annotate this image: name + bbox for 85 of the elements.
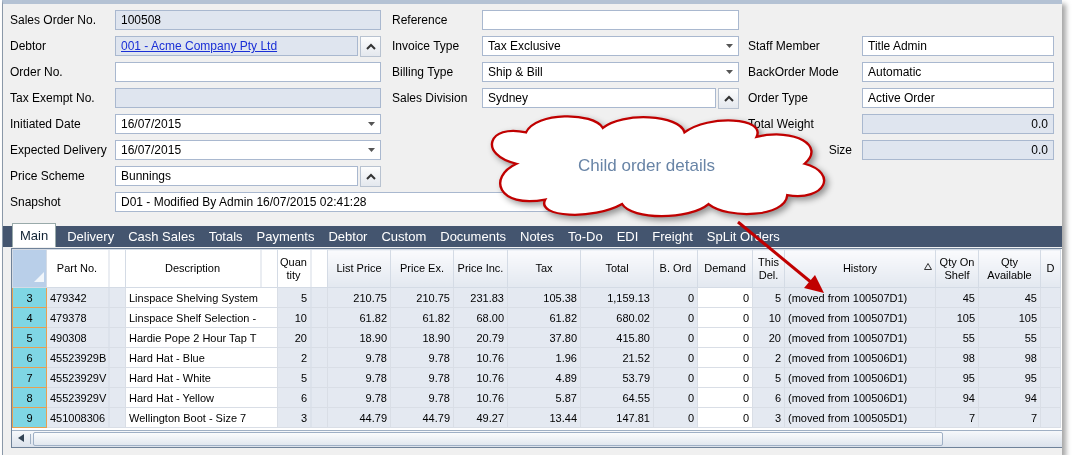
field-label: Billing Type: [392, 65, 455, 79]
field-label: Initiated Date: [10, 117, 82, 131]
input-field[interactable]: 16/07/2015: [115, 140, 381, 160]
row-header[interactable]: 4: [12, 307, 47, 328]
input-field[interactable]: Automatic: [862, 62, 1054, 82]
column-header: Description: [165, 262, 220, 274]
column-header: Part No.: [56, 262, 98, 274]
input-field[interactable]: Ship & Bill: [482, 62, 739, 82]
tab[interactable]: Main: [12, 223, 57, 247]
lookup-button[interactable]: [718, 87, 739, 109]
tab[interactable]: EDI: [609, 223, 646, 247]
input-field[interactable]: 100508: [115, 10, 381, 30]
field-label: Reference: [392, 13, 449, 27]
scroll-left-icon[interactable]: [18, 434, 24, 442]
column-header: Qty Available: [987, 255, 1032, 281]
column-header: D: [1046, 262, 1055, 274]
column-header: Quantity: [280, 255, 307, 281]
input-field[interactable]: Sydney: [482, 88, 716, 108]
input-field[interactable]: 0.0: [862, 114, 1054, 134]
column-header: This Del.: [758, 255, 779, 281]
tab[interactable]: Payments: [249, 223, 322, 247]
row-header[interactable]: 9: [12, 407, 47, 428]
column-header: Tax: [535, 262, 553, 274]
row-header[interactable]: 5: [12, 327, 47, 348]
tab[interactable]: Debtor: [321, 223, 375, 247]
input-field[interactable]: [115, 62, 381, 82]
column-header: Price Ex.: [400, 262, 444, 274]
input-field[interactable]: [115, 88, 381, 108]
chevron-up-icon: [365, 42, 376, 50]
lookup-button[interactable]: [360, 165, 381, 187]
input-field[interactable]: Title Admin: [862, 36, 1054, 56]
dropdown-arrow-icon[interactable]: [368, 122, 375, 126]
input-field[interactable]: Active Order: [862, 88, 1054, 108]
tab[interactable]: Notes: [513, 223, 561, 247]
tab[interactable]: Documents: [433, 223, 513, 247]
tab[interactable]: Custom: [374, 223, 434, 247]
sort-ascending-icon[interactable]: [924, 263, 932, 270]
column-header: History: [842, 262, 878, 274]
tab[interactable]: Freight: [645, 223, 700, 247]
field-label: Order Type: [748, 91, 809, 105]
field-label: Expected Delivery: [10, 143, 108, 157]
field-label: Snapshot: [10, 195, 62, 209]
row-header[interactable]: 7: [12, 367, 47, 388]
field-label: Price Scheme: [10, 169, 86, 183]
field-label: Debtor: [10, 39, 48, 53]
chevron-up-icon: [365, 172, 376, 180]
callout-text: Child order details: [578, 156, 715, 176]
table-cell: 479342: [46, 287, 126, 308]
input-field[interactable]: 001 - Acme Company Pty Ltd: [115, 36, 358, 56]
field-label: Invoice Type: [392, 39, 461, 53]
row-header[interactable]: 3: [12, 287, 47, 308]
input-field[interactable]: 16/07/2015: [115, 114, 381, 134]
dropdown-arrow-icon[interactable]: [726, 70, 733, 74]
column-header: List Price: [336, 262, 382, 274]
column-header: B. Ord: [659, 262, 692, 274]
input-field[interactable]: Tax Exclusive: [482, 36, 739, 56]
table-cell: Linspace Shelving System: [125, 287, 278, 308]
tab[interactable]: Cash Sales: [121, 223, 202, 247]
dropdown-arrow-icon[interactable]: [368, 148, 375, 152]
column-header: Demand: [704, 262, 746, 274]
field-label: Sales Division: [392, 91, 469, 105]
row-header[interactable]: 8: [12, 387, 47, 408]
horizontal-scrollbar[interactable]: [12, 430, 1062, 447]
input-field[interactable]: Bunnings: [115, 166, 358, 186]
input-field[interactable]: 0.0: [862, 140, 1054, 160]
field-label: BackOrder Mode: [748, 65, 840, 79]
tab[interactable]: Totals: [201, 223, 250, 247]
input-field[interactable]: [482, 10, 739, 30]
field-label: Order No.: [10, 65, 64, 79]
column-header: Total: [605, 262, 629, 274]
corner-triangle-icon: [34, 272, 44, 282]
table-cell: 5: [277, 287, 328, 308]
column-header: Price Inc.: [457, 262, 504, 274]
chevron-up-icon: [723, 94, 734, 102]
field-label: Sales Order No.: [10, 13, 98, 27]
field-label: Staff Member: [748, 39, 821, 53]
tab[interactable]: Delivery: [60, 223, 122, 247]
debtor-link[interactable]: 001 - Acme Company Pty Ltd: [121, 39, 278, 53]
lookup-button[interactable]: [360, 35, 381, 57]
field-label: Size: [827, 143, 853, 157]
row-header[interactable]: 6: [12, 347, 47, 368]
column-header: Qty On Shelf: [939, 255, 975, 281]
tab[interactable]: To-Do: [560, 223, 610, 247]
field-label: Tax Exempt No.: [10, 91, 96, 105]
dropdown-arrow-icon[interactable]: [726, 44, 733, 48]
